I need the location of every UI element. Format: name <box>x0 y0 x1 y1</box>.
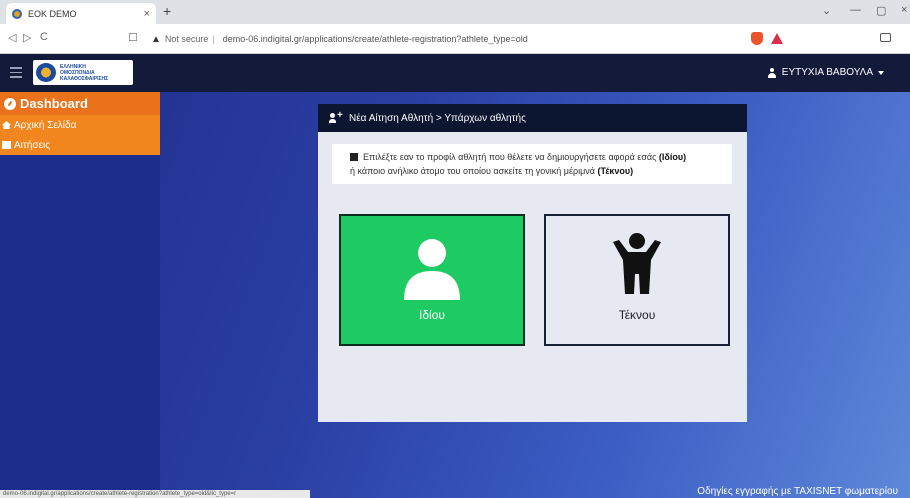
dashboard-icon <box>4 97 16 110</box>
forward-icon[interactable]: ▷ <box>23 31 31 44</box>
home-icon <box>2 121 11 129</box>
brave-shield-icon[interactable] <box>751 32 763 45</box>
sidebar-item-label: Αρχική Σελίδα <box>14 119 77 131</box>
info-icon <box>350 153 358 161</box>
reload-icon[interactable]: C <box>40 31 48 43</box>
bookmark-icon[interactable]: ☐ <box>128 31 138 44</box>
minimize-icon[interactable]: — <box>850 4 861 16</box>
browser-tab-bar: EOK DEMO × + ⌄ — ▢ × <box>0 0 910 24</box>
user-plus-icon <box>329 110 343 123</box>
sidebar-item-applications[interactable]: Αιτήσεις <box>0 135 160 155</box>
child-icon <box>613 233 661 294</box>
option-self-label: Ιδίου <box>419 308 445 322</box>
logo-text: ΕΛΛΗΝΙΚΗ ΟΜΟΣΠΟΝΔΙΑ ΚΑΛΑΘΟΣΦΑΙΡΙΣΗΣ <box>60 63 109 82</box>
sidebar: Dashboard Αρχική Σελίδα Αιτήσεις <box>0 92 160 498</box>
new-tab-button[interactable]: + <box>163 3 171 19</box>
inbox-icon <box>2 141 11 149</box>
user-menu[interactable]: ΕΥΤΥΧΙΑ ΒΑΒΟΥΛΑ <box>767 67 884 78</box>
taxisnet-guide-link[interactable]: Οδηγίες εγγραφής με TAXISNET φωματερίου <box>697 486 898 497</box>
federation-logo[interactable]: ΕΛΛΗΝΙΚΗ ΟΜΟΣΠΟΝΔΙΑ ΚΑΛΑΘΟΣΦΑΙΡΙΣΗΣ <box>33 60 133 85</box>
sidebar-item-label: Αιτήσεις <box>14 139 51 151</box>
option-self-button[interactable]: Ιδίου <box>339 214 525 346</box>
caret-down-icon <box>878 70 884 75</box>
option-child-label: Τέκνου <box>618 308 656 322</box>
close-window-icon[interactable]: × <box>901 4 907 16</box>
url-divider: | <box>212 34 215 44</box>
sidebar-item-home[interactable]: Αρχική Σελίδα <box>0 115 160 135</box>
status-bar-url: demo-06.indigital.gr/applications/create… <box>0 490 310 498</box>
info-bold-child: (Τέκνου) <box>597 166 634 176</box>
user-name: ΕΥΤΥΧΙΑ ΒΑΒΟΥΛΑ <box>781 67 873 78</box>
card-title: Νέα Αίτηση Αθλητή > Υπάρχων αθλητής <box>349 112 526 124</box>
menu-icon[interactable] <box>10 67 22 78</box>
browser-tab[interactable]: EOK DEMO × <box>6 3 156 24</box>
favicon-icon <box>12 8 22 19</box>
address-bar: ◁ ▷ C ☐ ▲ Not secure | demo-06.indigital… <box>0 24 910 54</box>
user-icon <box>767 67 777 78</box>
info-text-2: ή κάποιο ανήλικο άτομο του οποίου ασκείτ… <box>350 166 598 176</box>
sidebar-title: Dashboard <box>20 96 88 111</box>
basketball-emblem-icon <box>36 63 56 82</box>
tab-search-icon[interactable]: ⌄ <box>822 4 831 17</box>
url-field[interactable]: ▲ Not secure | demo-06.indigital.gr/appl… <box>145 28 735 50</box>
info-text-1: Επιλέξτε εαν το προφίλ αθλητή που θέλετε… <box>363 152 659 162</box>
security-label: Not secure <box>164 34 209 44</box>
sidebar-toggle-icon[interactable] <box>880 33 891 42</box>
url-text: demo-06.indigital.gr/applications/create… <box>222 34 528 44</box>
back-icon[interactable]: ◁ <box>8 31 16 44</box>
option-child-button[interactable]: Τέκνου <box>544 214 730 346</box>
brave-rewards-icon[interactable] <box>771 33 783 44</box>
warning-icon: ▲ <box>151 33 161 45</box>
app-body: ΕΛΛΗΝΙΚΗ ΟΜΟΣΠΟΝΔΙΑ ΚΑΛΑΘΟΣΦΑΙΡΙΣΗΣ ΕΥΤΥ… <box>0 54 910 498</box>
card-header: Νέα Αίτηση Αθλητή > Υπάρχων αθλητής <box>318 104 747 132</box>
top-navbar: ΕΛΛΗΝΙΚΗ ΟΜΟΣΠΟΝΔΙΑ ΚΑΛΑΘΟΣΦΑΙΡΙΣΗΣ ΕΥΤΥ… <box>0 54 910 92</box>
athlete-type-card: Νέα Αίτηση Αθλητή > Υπάρχων αθλητής Επιλ… <box>318 104 747 422</box>
sidebar-dashboard-header[interactable]: Dashboard <box>0 92 160 115</box>
info-bold-self: (Ιδίου) <box>658 152 687 162</box>
tab-title: EOK DEMO <box>28 8 77 19</box>
user-icon <box>404 239 460 300</box>
info-message: Επιλέξτε εαν το προφίλ αθλητή που θέλετε… <box>332 144 732 184</box>
maximize-icon[interactable]: ▢ <box>876 4 886 17</box>
tab-close-button[interactable]: × <box>144 8 150 20</box>
